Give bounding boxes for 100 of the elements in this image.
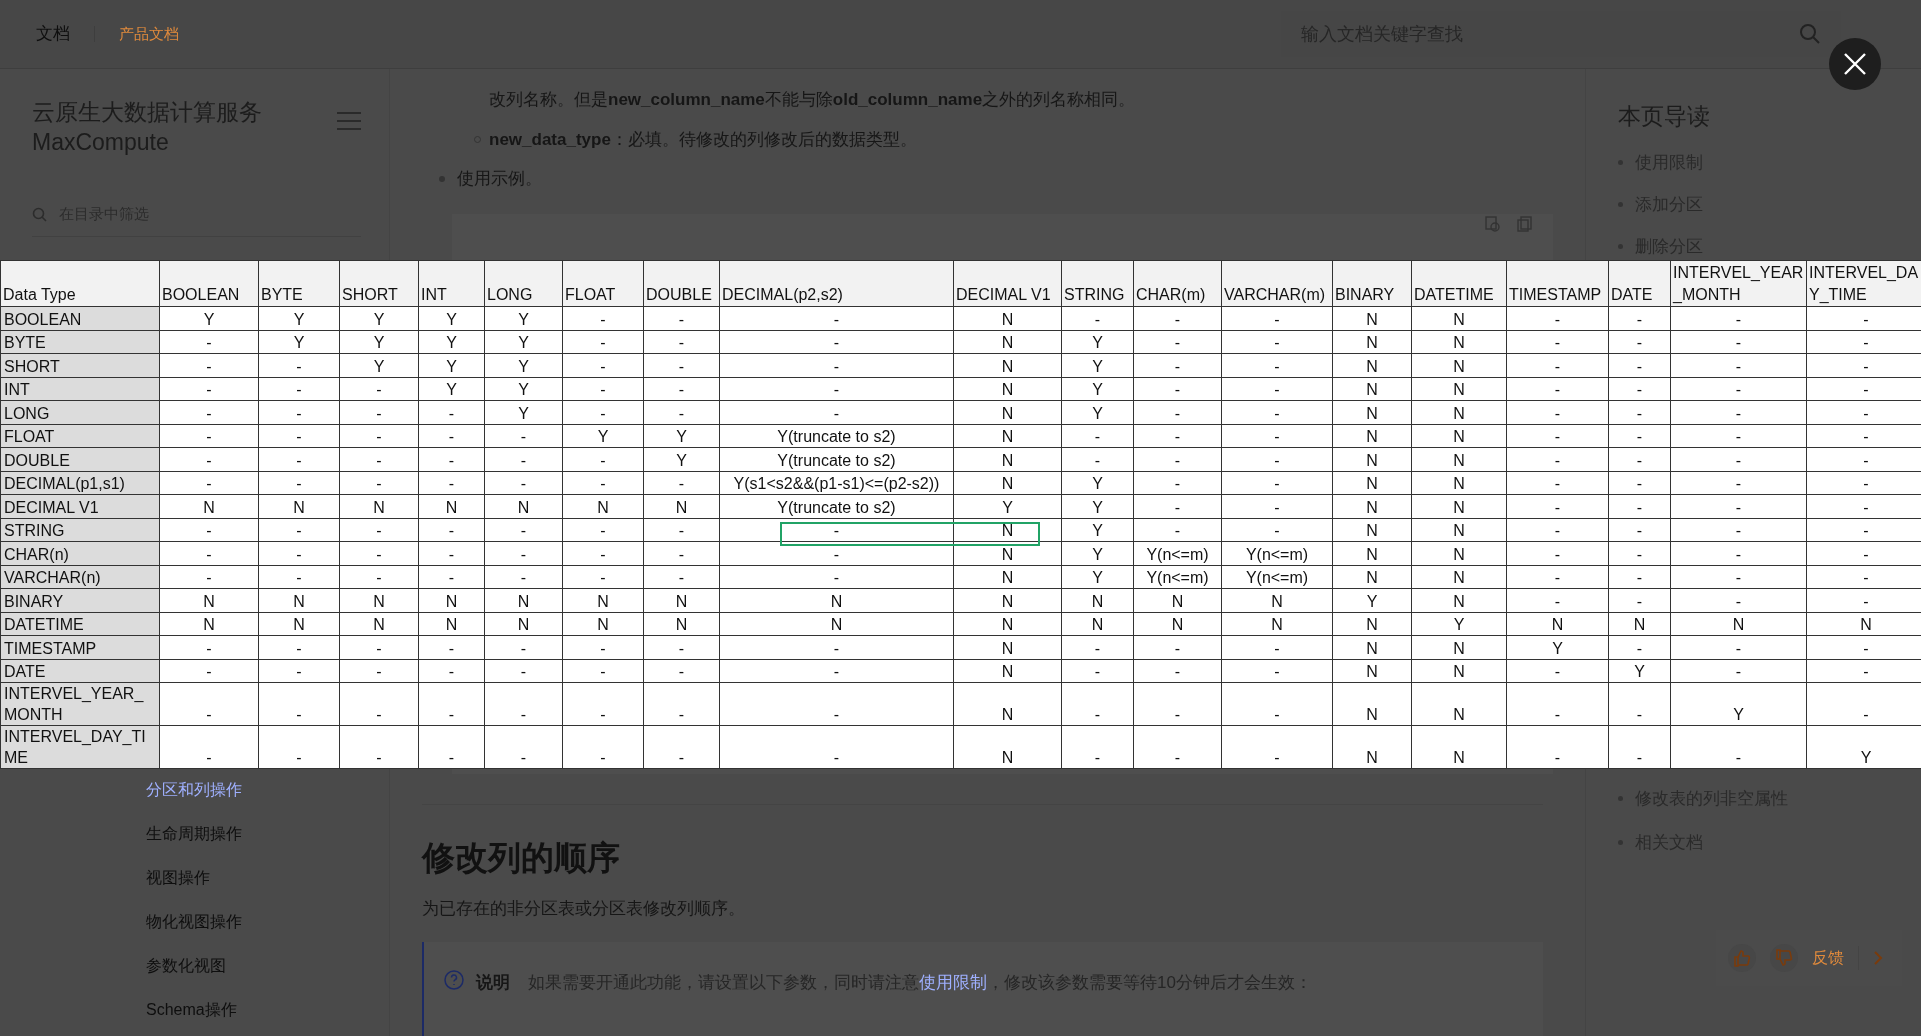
table-cell: N bbox=[1332, 682, 1412, 726]
table-cell: N bbox=[1133, 588, 1222, 612]
table-cell: Y bbox=[1061, 471, 1134, 495]
table-cell: - bbox=[1221, 725, 1333, 769]
sidebar-item[interactable]: 分区和列操作 bbox=[146, 777, 242, 803]
column-header: BOOLEAN bbox=[159, 260, 259, 307]
table-cell: - bbox=[1608, 518, 1671, 542]
table-cell: Y bbox=[418, 330, 485, 354]
table-cell: - bbox=[1670, 306, 1807, 330]
menu-icon[interactable] bbox=[337, 111, 361, 131]
table-cell: N bbox=[484, 494, 563, 518]
table-cell: N bbox=[1332, 447, 1412, 471]
table-cell: - bbox=[484, 659, 563, 683]
column-header: BINARY bbox=[1332, 260, 1412, 307]
table-cell: - bbox=[562, 447, 644, 471]
table-cell: - bbox=[1608, 377, 1671, 401]
table-cell: - bbox=[159, 659, 259, 683]
table-cell: - bbox=[1608, 541, 1671, 565]
table-cell: - bbox=[159, 635, 259, 659]
table-cell: Y(n<=m) bbox=[1221, 565, 1333, 589]
column-header: INT bbox=[418, 260, 485, 307]
table-cell: - bbox=[562, 635, 644, 659]
section-heading: 修改列的顺序 bbox=[422, 837, 621, 878]
table-cell: N bbox=[418, 612, 485, 636]
feedback-link[interactable]: 反馈 bbox=[1812, 946, 1859, 970]
table-cell: N bbox=[1332, 330, 1412, 354]
sidebar-item[interactable]: 参数化视图 bbox=[146, 953, 226, 979]
table-cell: - bbox=[484, 635, 563, 659]
table-cell: - bbox=[1506, 377, 1609, 401]
table-cell: N bbox=[953, 635, 1062, 659]
table-cell: N bbox=[1506, 612, 1609, 636]
table-cell: - bbox=[339, 725, 419, 769]
table-cell: - bbox=[643, 330, 720, 354]
chevron-right-icon[interactable] bbox=[1873, 950, 1883, 966]
table-cell: - bbox=[643, 682, 720, 726]
table-cell: - bbox=[258, 377, 340, 401]
column-header: DATETIME bbox=[1411, 260, 1507, 307]
table-cell: - bbox=[418, 682, 485, 726]
table-cell: Y bbox=[484, 330, 563, 354]
table-cell: N bbox=[258, 612, 340, 636]
table-cell: N bbox=[1670, 612, 1807, 636]
table-cell: N bbox=[953, 612, 1062, 636]
table-cell: - bbox=[1221, 353, 1333, 377]
table-cell: - bbox=[418, 659, 485, 683]
table-cell: Y bbox=[1061, 494, 1134, 518]
sidebar-item[interactable]: 视图操作 bbox=[146, 865, 210, 891]
table-cell: N bbox=[953, 659, 1062, 683]
row-header: DECIMAL(p1,s1) bbox=[0, 471, 160, 495]
table-cell: Y bbox=[258, 330, 340, 354]
copy-icon[interactable] bbox=[1517, 215, 1533, 232]
close-icon bbox=[1844, 53, 1866, 75]
table-cell: - bbox=[1221, 400, 1333, 424]
table-cell: - bbox=[1133, 518, 1222, 542]
table-cell: Y(n<=m) bbox=[1221, 541, 1333, 565]
row-header: BYTE bbox=[0, 330, 160, 354]
column-header: DATE bbox=[1608, 260, 1671, 307]
table-cell: - bbox=[484, 725, 563, 769]
table-cell: - bbox=[719, 682, 954, 726]
table-cell: - bbox=[1133, 659, 1222, 683]
table-cell: - bbox=[562, 471, 644, 495]
row-header: INT bbox=[0, 377, 160, 401]
search-icon[interactable] bbox=[1799, 23, 1821, 45]
table-cell: N bbox=[1332, 518, 1412, 542]
table-cell: - bbox=[1608, 682, 1671, 726]
table-cell: - bbox=[258, 659, 340, 683]
nav-link[interactable]: 文档 bbox=[36, 21, 70, 47]
table-cell: - bbox=[643, 400, 720, 424]
note-link[interactable]: 使用限制 bbox=[919, 972, 987, 992]
row-header: FLOAT bbox=[0, 424, 160, 448]
sidebar-item[interactable]: 物化视图操作 bbox=[146, 909, 242, 935]
table-cell: - bbox=[719, 565, 954, 589]
table-cell: - bbox=[1061, 447, 1134, 471]
table-cell: - bbox=[1608, 471, 1671, 495]
table-cell: Y bbox=[339, 353, 419, 377]
copy-icon[interactable] bbox=[1485, 215, 1501, 232]
table-cell: - bbox=[339, 471, 419, 495]
sidebar-item[interactable]: 生命周期操作 bbox=[146, 821, 242, 847]
sidebar-item[interactable]: Schema操作 bbox=[146, 997, 237, 1023]
table-cell: N bbox=[1332, 541, 1412, 565]
column-header: DECIMAL(p2,s2) bbox=[719, 260, 954, 307]
table-cell: - bbox=[1221, 424, 1333, 448]
table-cell: - bbox=[258, 447, 340, 471]
table-cell: - bbox=[418, 400, 485, 424]
table-cell: - bbox=[719, 306, 954, 330]
close-button[interactable] bbox=[1829, 38, 1881, 90]
table-cell: - bbox=[1670, 588, 1807, 612]
nav-link[interactable]: 产品文档 bbox=[119, 22, 179, 46]
table-cell: Y bbox=[1332, 588, 1412, 612]
column-header: LONG bbox=[484, 260, 563, 307]
table-cell: N bbox=[1411, 682, 1507, 726]
table-cell: N bbox=[953, 377, 1062, 401]
table-cell: N bbox=[1332, 471, 1412, 495]
table-cell: - bbox=[418, 518, 485, 542]
table-cell: Y bbox=[1061, 353, 1134, 377]
column-header: DECIMAL V1 bbox=[953, 260, 1062, 307]
table-cell: N bbox=[953, 541, 1062, 565]
table-cell: - bbox=[719, 725, 954, 769]
table-cell: N bbox=[1411, 659, 1507, 683]
table-cell: N bbox=[1221, 588, 1333, 612]
table-cell: - bbox=[339, 682, 419, 726]
